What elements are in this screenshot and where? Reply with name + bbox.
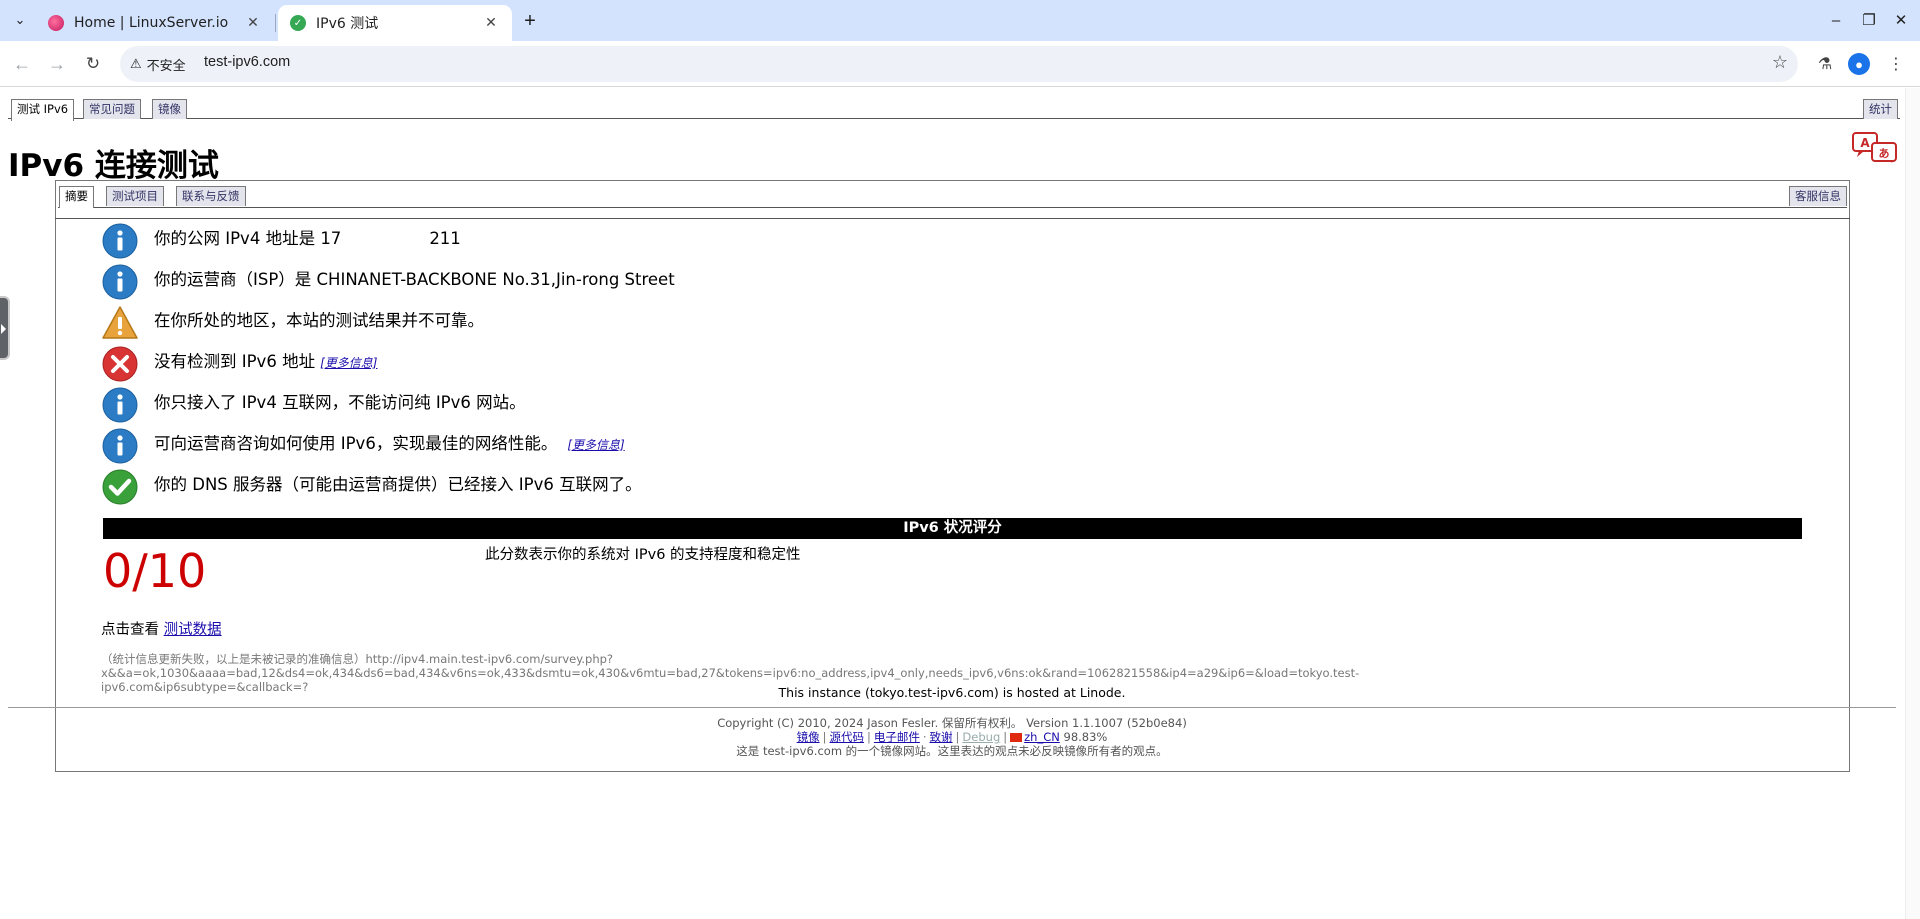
info-icon bbox=[102, 387, 138, 423]
info-icon bbox=[102, 264, 138, 300]
browser-tab-ipv6-test[interactable]: ✓ IPv6 测试 ✕ bbox=[278, 5, 512, 41]
linuxserver-favicon-icon bbox=[48, 15, 64, 31]
view-data-line: 点击查看 测试数据 bbox=[101, 618, 222, 639]
not-secure-label: 不安全 bbox=[146, 57, 186, 73]
view-data-prefix: 点击查看 bbox=[101, 622, 159, 638]
msg-region-warning: 在你所处的地区，本站的测试结果并不可靠。 bbox=[154, 311, 484, 330]
svg-text:A: A bbox=[1860, 136, 1870, 150]
divider bbox=[8, 707, 1896, 708]
footer-links: 镜像 | 源代码 | 电子邮件 · 致谢 | Debug | zh_CN 98.83% bbox=[796, 730, 1108, 744]
tab-test-ipv6[interactable]: 测试 IPv6 bbox=[11, 99, 75, 121]
copyright: Copyright (C) 2010, 2024 Jason Fesler. 保… bbox=[717, 716, 1187, 730]
score-description: 此分数表示你的系统对 IPv6 的支持程度和稳定性 bbox=[485, 547, 801, 563]
locale-percent: 98.83% bbox=[1063, 730, 1108, 744]
tab-faq[interactable]: 常见问题 bbox=[83, 99, 141, 119]
forward-arrow-icon[interactable]: → bbox=[44, 51, 70, 77]
footer-link-mirrors[interactable]: 镜像 bbox=[797, 730, 820, 744]
mirror-note: 这是 test-ipv6.com 的一个镜像网站。这里表达的观点未必反映镜像所有… bbox=[736, 744, 1168, 758]
footer-link-source[interactable]: 源代码 bbox=[830, 730, 865, 744]
svg-text:あ: あ bbox=[1879, 147, 1890, 160]
msg-isp: 你的运营商（ISP）是 CHINANET-BACKBONE No.31,Jin-… bbox=[154, 270, 675, 289]
msg-dns-ipv6: 你的 DNS 服务器（可能由运营商提供）已经接入 IPv6 互联网了。 bbox=[154, 475, 642, 494]
browser-toolbar: ← → ↻ ⚠ 不安全 test-ipv6.com ☆ ⚗ ● ⋮ bbox=[0, 41, 1920, 87]
test-data-link[interactable]: 测试数据 bbox=[164, 622, 222, 638]
web-page: 测试 IPv6 常见问题 镜像 统计 IPv6 连接测试 A あ 摘要 测试项目… bbox=[0, 88, 1920, 919]
more-info-link[interactable]: [更多信息] bbox=[320, 356, 377, 370]
tab-summary[interactable]: 摘要 bbox=[59, 186, 94, 208]
url-text[interactable]: test-ipv6.com bbox=[204, 54, 290, 70]
tab-search-chevron-icon[interactable]: ⌄ bbox=[7, 8, 33, 32]
info-icon bbox=[102, 428, 138, 464]
redacted-region bbox=[341, 232, 430, 247]
list-item: 你的运营商（ISP）是 CHINANET-BACKBONE No.31,Jin-… bbox=[101, 263, 675, 300]
list-item: 你只接入了 IPv4 互联网，不能访问纯 IPv6 网站。 bbox=[101, 386, 526, 423]
page-title: IPv6 连接测试 bbox=[8, 148, 219, 184]
tab-tests[interactable]: 测试项目 bbox=[106, 186, 164, 206]
bookmark-star-icon[interactable]: ☆ bbox=[1772, 52, 1788, 73]
footer-link-debug[interactable]: Debug bbox=[962, 730, 1000, 744]
tab-mirrors[interactable]: 镜像 bbox=[152, 99, 187, 119]
close-tab-icon[interactable]: ✕ bbox=[482, 14, 500, 32]
divider bbox=[55, 218, 1850, 219]
browser-tab-title: IPv6 测试 bbox=[316, 16, 379, 32]
close-tab-icon[interactable]: ✕ bbox=[244, 14, 262, 32]
list-item: 你的公网 IPv4 地址是 17 211 bbox=[101, 222, 461, 259]
warning-triangle-icon: ⚠ bbox=[130, 56, 142, 71]
info-icon bbox=[102, 223, 138, 259]
browser-tab-linuxserver[interactable]: Home | LinuxServer.io ✕ bbox=[36, 5, 274, 41]
hosted-note: This instance (tokyo.test-ipv6.com) is h… bbox=[778, 685, 1126, 700]
msg-no-ipv6: 没有检测到 IPv6 地址 bbox=[154, 352, 316, 371]
tab-separator bbox=[275, 14, 276, 32]
list-item: 在你所处的地区，本站的测试结果并不可靠。 bbox=[101, 304, 484, 340]
profile-avatar-icon[interactable]: ● bbox=[1848, 53, 1870, 75]
footer: Copyright (C) 2010, 2024 Jason Fesler. 保… bbox=[0, 716, 1904, 758]
not-secure-chip[interactable]: ⚠ 不安全 bbox=[130, 53, 186, 75]
checkmark-favicon-icon: ✓ bbox=[290, 15, 306, 31]
tab-stats[interactable]: 统计 bbox=[1863, 99, 1898, 119]
address-bar[interactable]: ⚠ 不安全 test-ipv6.com ☆ bbox=[120, 46, 1798, 82]
tab-contact[interactable]: 联系与反馈 bbox=[176, 186, 246, 206]
new-tab-plus-icon[interactable]: + bbox=[518, 9, 542, 33]
china-flag-icon bbox=[1010, 733, 1023, 742]
warning-icon bbox=[102, 306, 138, 339]
list-item: 没有检测到 IPv6 地址 [更多信息] bbox=[101, 345, 377, 382]
browser-tab-title: Home | LinuxServer.io bbox=[74, 15, 229, 31]
error-icon bbox=[102, 346, 138, 382]
reload-icon[interactable]: ↻ bbox=[80, 51, 106, 77]
vertical-scrollbar[interactable] bbox=[1905, 88, 1920, 919]
list-item: 你的 DNS 服务器（可能由运营商提供）已经接入 IPv6 互联网了。 bbox=[101, 468, 642, 505]
inner-nav-tabs: 摘要 测试项目 联系与反馈 客服信息 bbox=[58, 185, 1847, 208]
footer-link-email[interactable]: 电子邮件 bbox=[874, 730, 920, 744]
msg-ask-isp: 可向运营商咨询如何使用 IPv6，实现最佳的网络性能。 bbox=[154, 434, 558, 453]
minimize-window-icon[interactable]: – bbox=[1824, 8, 1848, 32]
ipv6-score: 0/10 bbox=[103, 544, 207, 598]
msg-ipv4-only: 你只接入了 IPv4 互联网，不能访问纯 IPv6 网站。 bbox=[154, 393, 526, 412]
top-nav-tabs: 测试 IPv6 常见问题 镜像 统计 bbox=[8, 98, 1900, 121]
success-icon bbox=[102, 469, 138, 505]
footer-link-thanks[interactable]: 致谢 bbox=[930, 730, 953, 744]
footer-link-locale[interactable]: zh_CN bbox=[1024, 730, 1060, 744]
msg-ipv4-address-tail: 211 bbox=[429, 229, 461, 248]
more-info-link[interactable]: [更多信息] bbox=[567, 438, 624, 452]
tab-help-info[interactable]: 客服信息 bbox=[1789, 186, 1847, 206]
labs-flask-icon[interactable]: ⚗ bbox=[1812, 51, 1838, 77]
close-window-icon[interactable]: ✕ bbox=[1889, 8, 1913, 32]
back-arrow-icon[interactable]: ← bbox=[9, 51, 35, 77]
stats-line-1: （统计信息更新失败，以上是未被记录的准确信息）http://ipv4.main.… bbox=[101, 652, 614, 666]
language-translate-icon[interactable]: A あ bbox=[1852, 132, 1898, 164]
score-header: IPv6 状况评分 bbox=[103, 518, 1802, 539]
side-panel-handle[interactable] bbox=[0, 296, 10, 360]
msg-ipv4-address: 你的公网 IPv4 地址是 17 bbox=[154, 229, 342, 248]
restore-window-icon[interactable]: ❐ bbox=[1857, 8, 1881, 32]
menu-kebab-icon[interactable]: ⋮ bbox=[1883, 51, 1909, 77]
browser-tab-strip: ⌄ Home | LinuxServer.io ✕ ✓ IPv6 测试 ✕ + … bbox=[0, 0, 1920, 41]
list-item: 可向运营商咨询如何使用 IPv6，实现最佳的网络性能。 [更多信息] bbox=[101, 427, 625, 464]
